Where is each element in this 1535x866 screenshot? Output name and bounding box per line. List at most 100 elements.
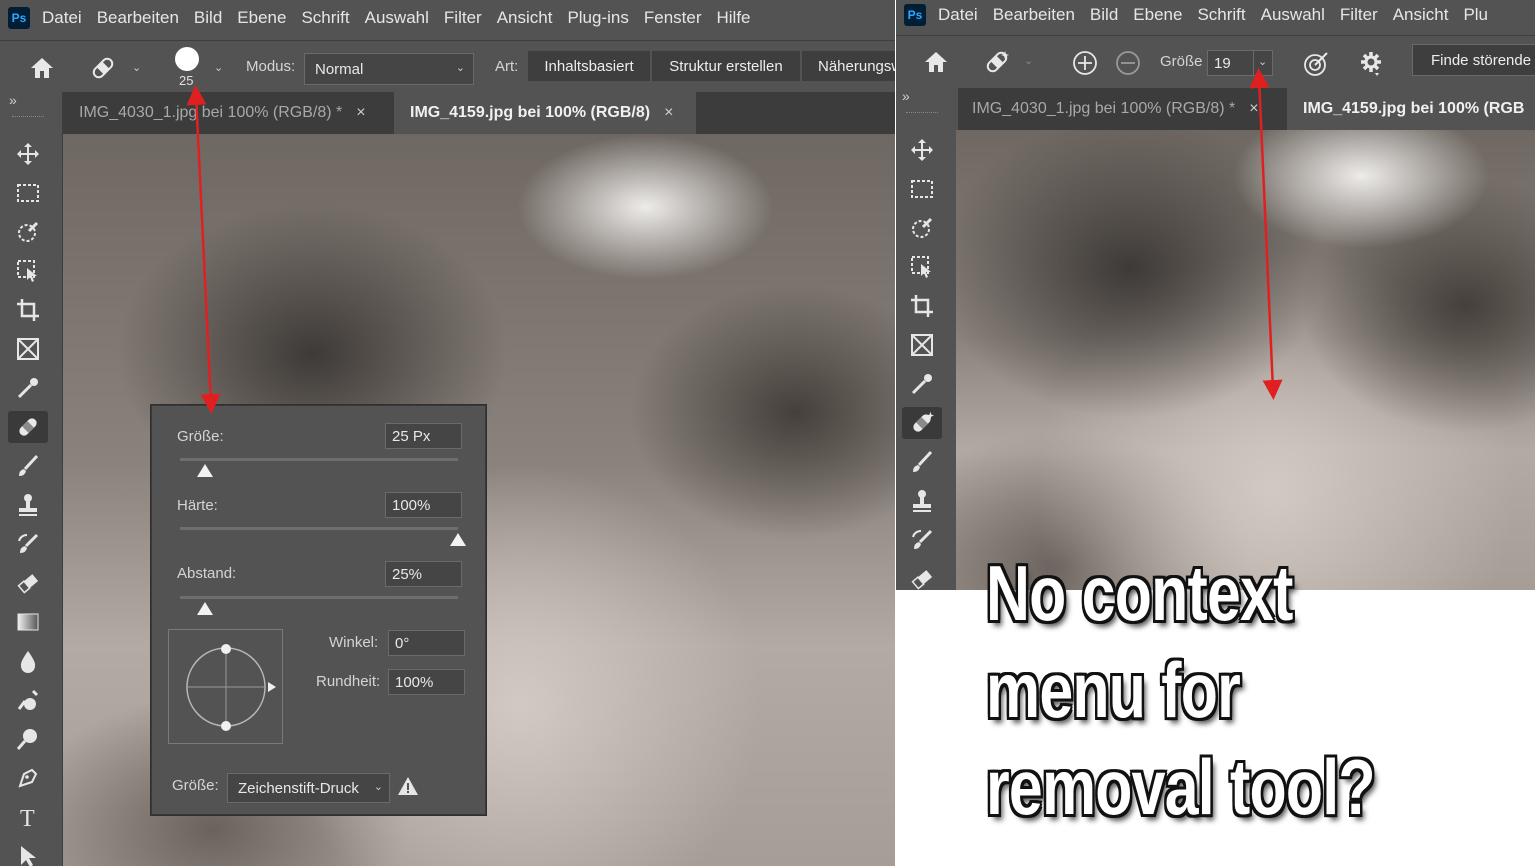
brush-preview-icon[interactable] (175, 47, 199, 71)
menu-filter[interactable]: Filter (1340, 5, 1378, 25)
move-tool-icon[interactable] (8, 138, 48, 170)
menu-plugins[interactable]: Plu (1463, 5, 1488, 25)
menu-auswahl[interactable]: Auswahl (365, 8, 429, 28)
collapse-panel-icon[interactable]: » (902, 88, 910, 104)
marquee-tool-icon[interactable] (8, 177, 48, 209)
gear-icon[interactable] (1358, 49, 1386, 81)
angle-field[interactable]: 0° (388, 630, 465, 656)
tab-img-4159[interactable]: IMG_4159.jpg bei 100% (RGB/8) × (394, 92, 696, 134)
quick-selection-tool-icon[interactable] (902, 212, 942, 244)
history-brush-tool-icon[interactable] (8, 528, 48, 560)
menu-schrift[interactable]: Schrift (301, 8, 349, 28)
brush-picker-chevron-icon[interactable]: ⌄ (214, 61, 223, 74)
spacing-slider-thumb[interactable] (197, 602, 214, 615)
size-slider[interactable] (180, 458, 458, 461)
proximity-match-button[interactable]: Näherungsw (802, 51, 895, 81)
document-tabs: IMG_4030_1.jpg bei 100% (RGB/8) * × IMG_… (896, 88, 1535, 130)
move-tool-icon[interactable] (902, 134, 942, 166)
crop-tool-icon[interactable] (902, 290, 942, 322)
object-selection-tool-icon[interactable] (8, 255, 48, 287)
roundness-field[interactable]: 100% (388, 669, 465, 695)
size-field[interactable]: 25 Px (385, 423, 462, 449)
frame-tool-icon[interactable] (8, 333, 48, 365)
tab-img-4030[interactable]: IMG_4030_1.jpg bei 100% (RGB/8) * × (63, 92, 395, 134)
pen-tool-icon[interactable] (8, 762, 48, 794)
brush-tool-icon[interactable] (8, 450, 48, 482)
close-icon[interactable]: × (1249, 100, 1258, 118)
collapse-panel-icon[interactable]: » (9, 92, 17, 108)
tool-preset-chevron-icon[interactable]: ⌄ (1024, 54, 1033, 67)
blur-tool-icon[interactable] (8, 645, 48, 677)
removal-tool-icon[interactable] (982, 47, 1012, 81)
menu-bar: Ps Datei Bearbeiten Bild Ebene Schrift A… (0, 0, 895, 36)
menu-auswahl[interactable]: Auswahl (1261, 5, 1325, 25)
menu-fenster[interactable]: Fenster (644, 8, 702, 28)
menu-datei[interactable]: Datei (938, 5, 978, 25)
frame-tool-icon[interactable] (902, 329, 942, 361)
hardness-slider-thumb[interactable] (450, 533, 466, 546)
object-selection-tool-icon[interactable] (902, 251, 942, 283)
spot-healing-tool-icon[interactable] (8, 411, 48, 443)
chevron-down-icon: ⌄ (455, 62, 465, 74)
hardness-field[interactable]: 100% (385, 492, 462, 518)
subtract-brush-mode-icon[interactable] (1115, 50, 1141, 80)
spacing-field[interactable]: 25% (385, 561, 462, 587)
content-aware-button[interactable]: Inhaltsbasiert (528, 51, 651, 81)
menu-ansicht[interactable]: Ansicht (497, 8, 553, 28)
bandage-icon[interactable] (88, 53, 118, 87)
menu-filter[interactable]: Filter (444, 8, 482, 28)
hardness-slider[interactable] (180, 527, 458, 530)
home-icon[interactable] (922, 49, 950, 79)
menu-ansicht[interactable]: Ansicht (1393, 5, 1449, 25)
tab-img-4030[interactable]: IMG_4030_1.jpg bei 100% (RGB/8) * × (956, 88, 1288, 130)
create-texture-button[interactable]: Struktur erstellen (652, 51, 801, 81)
menu-datei[interactable]: Datei (42, 8, 82, 28)
quick-selection-tool-icon[interactable] (8, 216, 48, 248)
add-brush-mode-icon[interactable] (1072, 50, 1098, 80)
zoom-search-icon[interactable] (8, 723, 48, 755)
angle-roundness-widget[interactable] (168, 629, 283, 744)
type-tool-icon[interactable]: T (8, 801, 48, 833)
menu-ebene[interactable]: Ebene (237, 8, 286, 28)
spacing-slider[interactable] (180, 596, 458, 599)
find-distractions-button[interactable]: Finde störende (1412, 44, 1535, 76)
home-icon[interactable] (28, 55, 56, 85)
image-canvas[interactable] (956, 130, 1535, 590)
removal-tool-icon[interactable] (902, 407, 942, 439)
menu-bild[interactable]: Bild (1090, 5, 1118, 25)
options-bar: ⌄ 25 ⌄ Modus: Normal ⌄ Art: Inhaltsbasie… (0, 40, 895, 96)
menu-bild[interactable]: Bild (194, 8, 222, 28)
clone-stamp-tool-icon[interactable] (902, 485, 942, 517)
menu-plugins[interactable]: Plug-ins (567, 8, 628, 28)
brush-size-value: 25 (179, 73, 194, 88)
menu-bearbeiten[interactable]: Bearbeiten (993, 5, 1075, 25)
mode-dropdown[interactable]: Normal ⌄ (304, 53, 474, 85)
size-field[interactable]: 19 (1207, 50, 1253, 76)
tab-img-4159[interactable]: IMG_4159.jpg bei 100% (RGB (1287, 88, 1535, 130)
caption-line-3: removal tool? (986, 743, 1376, 831)
gradient-tool-icon[interactable] (8, 606, 48, 638)
history-brush-tool-icon[interactable] (902, 524, 942, 556)
size-control-dropdown[interactable]: Zeichenstift-Druck ⌄ (227, 773, 390, 803)
close-icon[interactable]: × (664, 104, 673, 122)
angle-label: Winkel: (329, 634, 379, 651)
crop-tool-icon[interactable] (8, 294, 48, 326)
clone-stamp-tool-icon[interactable] (8, 489, 48, 521)
size-slider-thumb[interactable] (197, 464, 214, 477)
marquee-tool-icon[interactable] (902, 173, 942, 205)
eyedropper-tool-icon[interactable] (8, 372, 48, 404)
menu-hilfe[interactable]: Hilfe (717, 8, 751, 28)
size-dropdown-button[interactable]: ⌄ (1253, 50, 1273, 76)
tool-preset-chevron-icon[interactable]: ⌄ (132, 61, 141, 74)
eraser-tool-icon[interactable] (902, 563, 942, 590)
sample-all-layers-icon[interactable] (1302, 50, 1330, 82)
brush-tool-icon[interactable] (902, 446, 942, 478)
dodge-tool-icon[interactable] (8, 684, 48, 716)
menu-schrift[interactable]: Schrift (1197, 5, 1245, 25)
close-icon[interactable]: × (356, 104, 365, 122)
menu-ebene[interactable]: Ebene (1133, 5, 1182, 25)
path-selection-tool-icon[interactable] (8, 840, 48, 866)
menu-bearbeiten[interactable]: Bearbeiten (97, 8, 179, 28)
eyedropper-tool-icon[interactable] (902, 368, 942, 400)
eraser-tool-icon[interactable] (8, 567, 48, 599)
